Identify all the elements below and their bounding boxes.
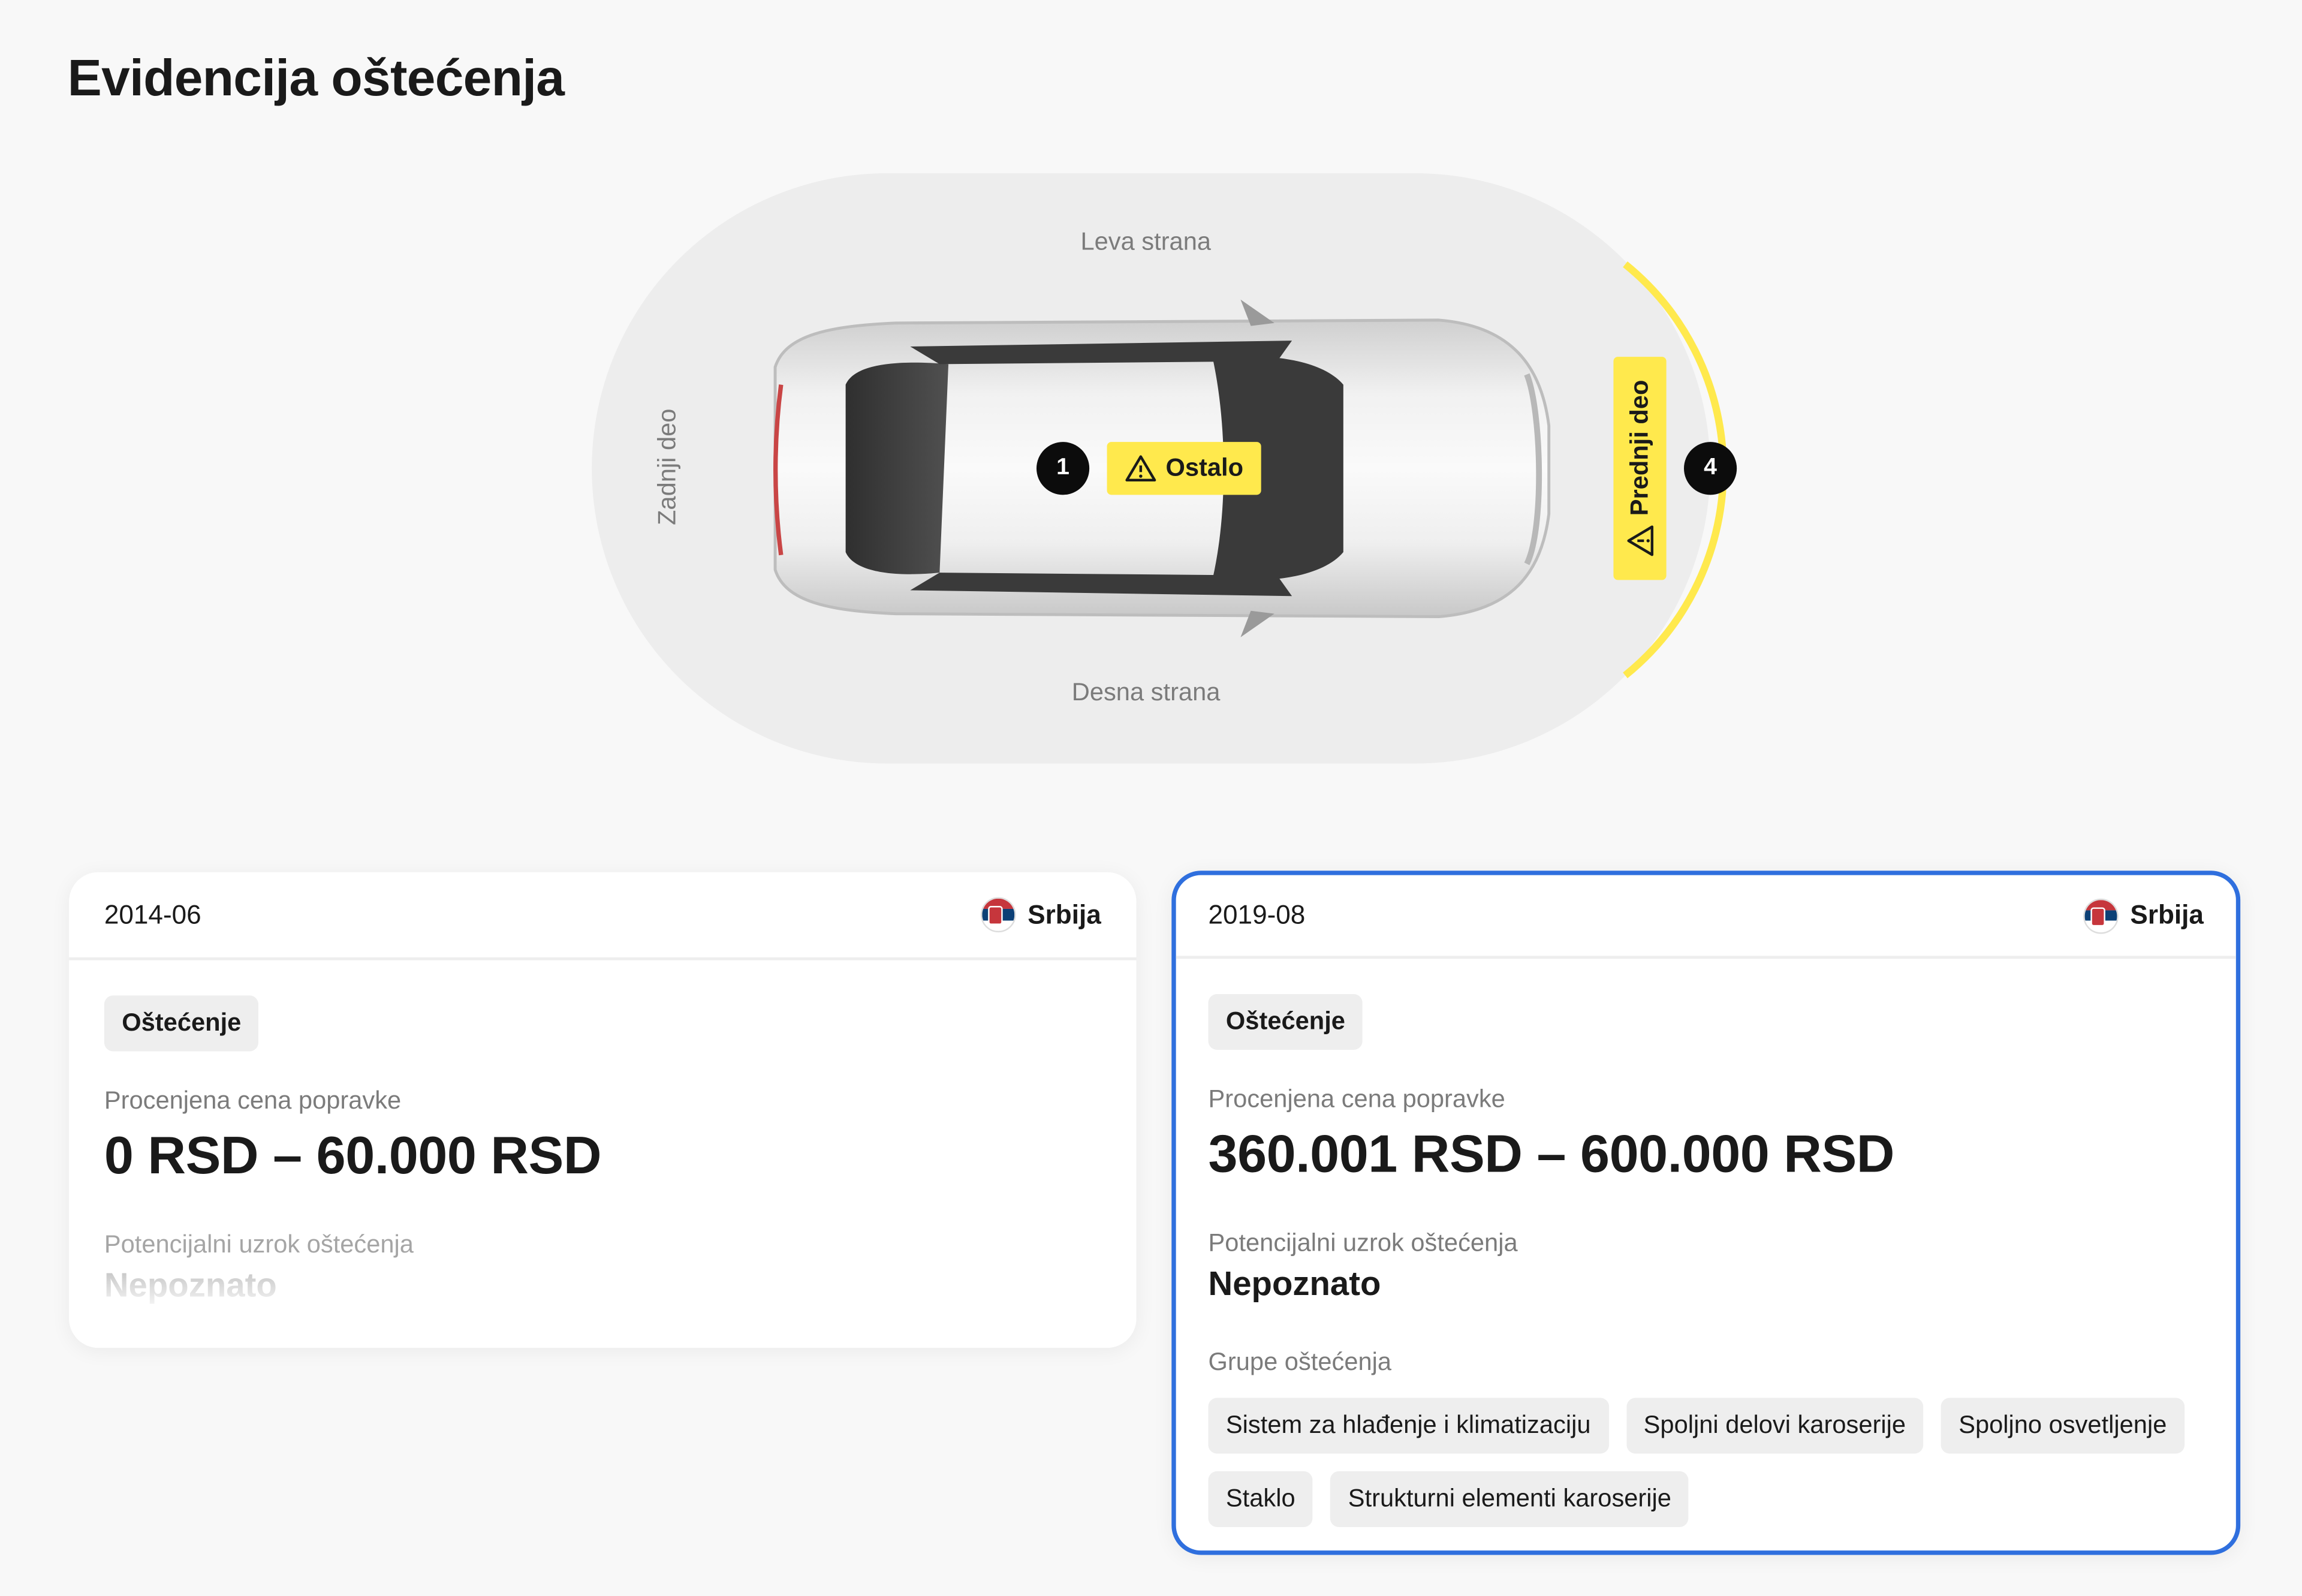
serbia-flag-icon [980,897,1016,933]
damage-type-badge: Oštećenje [104,995,259,1052]
country-label: Srbija [1028,899,1101,929]
price-label: Procenjena cena popravke [1208,1085,1505,1113]
serbia-flag-icon [2083,898,2119,933]
damage-group-chip: Spoljno osvetljenje [1941,1398,2185,1454]
center-damage-count[interactable]: 1 [1036,442,1090,495]
front-damage-label: Prednji deo [1625,380,1653,516]
price-value: 360.001 RSD – 600.000 RSD [1208,1123,1895,1184]
card-body: Oštećenje Procenjena cena popravke 360.0… [1176,959,2236,1550]
card-header: 2014-06 Srbija [69,872,1137,960]
cause-label: Potencijalni uzrok oštećenja [1208,1228,1518,1257]
damage-groups: Sistem za hlađenje i klimatizaciju Spolj… [1208,1398,2204,1527]
front-damage-count[interactable]: 4 [1684,442,1737,495]
damage-record-card[interactable]: 2014-06 Srbija Oštećenje Procenjena cena… [69,872,1137,1348]
damage-group-chip: Spoljni delovi karoserije [1626,1398,1924,1454]
record-date: 2014-06 [104,899,201,929]
app-root: Evidencija oštećenja Leva strana Desna s… [0,0,2302,1596]
card-body: Oštećenje Procenjena cena popravke 0 RSD… [69,960,1136,1341]
card-header: 2019-08 Srbija [1176,875,2236,959]
center-damage-label: Ostalo [1165,453,1244,482]
country-label: Srbija [2130,900,2204,930]
record-country: Srbija [980,897,1101,933]
rear-label: Zadnji deo [653,408,682,526]
cause-value: Nepoznato [1208,1264,1381,1303]
cause-label: Potencijalni uzrok oštećenja [104,1230,414,1258]
record-date: 2019-08 [1208,900,1306,930]
damage-type-badge: Oštećenje [1208,993,1363,1050]
groups-label: Grupe oštećenja [1208,1348,1392,1376]
damage-group-chip: Staklo [1208,1471,1313,1527]
front-damage-tag[interactable]: Prednji deo [1613,357,1667,580]
left-side-label: Leva strana [1080,227,1212,256]
center-damage-tag[interactable]: Ostalo [1107,442,1261,495]
warning-icon [1626,525,1653,556]
damage-diagram: Leva strana Desna strana Zadnji deo 1 Os… [0,0,2302,822]
warning-icon [1125,455,1156,482]
record-country: Srbija [2083,898,2204,933]
price-label: Procenjena cena popravke [104,1086,402,1115]
cause-value: Nepoznato [104,1266,1101,1305]
price-value: 0 RSD – 60.000 RSD [104,1124,602,1185]
damage-record-card-selected[interactable]: 2019-08 Srbija Oštećenje Procenjena cena… [1171,871,2241,1555]
damage-group-chip: Strukturni elementi karoserije [1330,1471,1689,1527]
damage-group-chip: Sistem za hlađenje i klimatizaciju [1208,1398,1608,1454]
right-side-label: Desna strana [1071,678,1221,706]
